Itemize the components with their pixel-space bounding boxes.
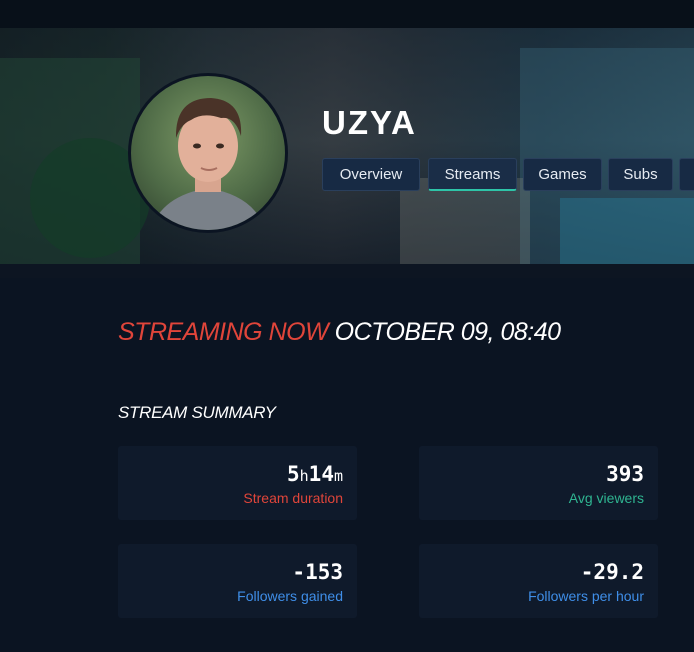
stream-date: OCTOBER 09, 08:40 <box>334 318 561 346</box>
stat-label: Avg viewers <box>568 490 644 506</box>
tab-overview[interactable]: Overview <box>322 158 420 191</box>
live-status: STREAMING NOW <box>118 318 329 346</box>
channel-name: UZYA <box>322 104 417 141</box>
stat-card-followers-per-hour: -29.2 Followers per hour <box>419 544 658 618</box>
tab-games[interactable]: Games <box>523 158 602 191</box>
stat-value: 5h14m <box>286 462 343 486</box>
top-bar <box>0 0 694 29</box>
section-title: STREAM SUMMARY <box>118 403 276 422</box>
stream-heading: STREAMING NOW OCTOBER 09, 08:40 <box>118 318 561 347</box>
avatar <box>128 73 288 233</box>
stat-label: Followers per hour <box>528 588 644 604</box>
tab-streams[interactable]: Streams <box>428 158 517 191</box>
stat-value: 393 <box>606 462 644 486</box>
channel-banner <box>0 28 694 278</box>
stat-value: -29.2 <box>580 560 644 584</box>
stat-card-duration: 5h14m Stream duration <box>118 446 357 520</box>
stat-label: Stream duration <box>243 490 343 506</box>
stat-value: -153 <box>292 560 343 584</box>
tab-more[interactable] <box>679 158 694 191</box>
tab-subs[interactable]: Subs <box>608 158 673 191</box>
stat-label: Followers gained <box>237 588 343 604</box>
stat-card-avg-viewers: 393 Avg viewers <box>419 446 658 520</box>
stat-card-followers-gained: -153 Followers gained <box>118 544 357 618</box>
